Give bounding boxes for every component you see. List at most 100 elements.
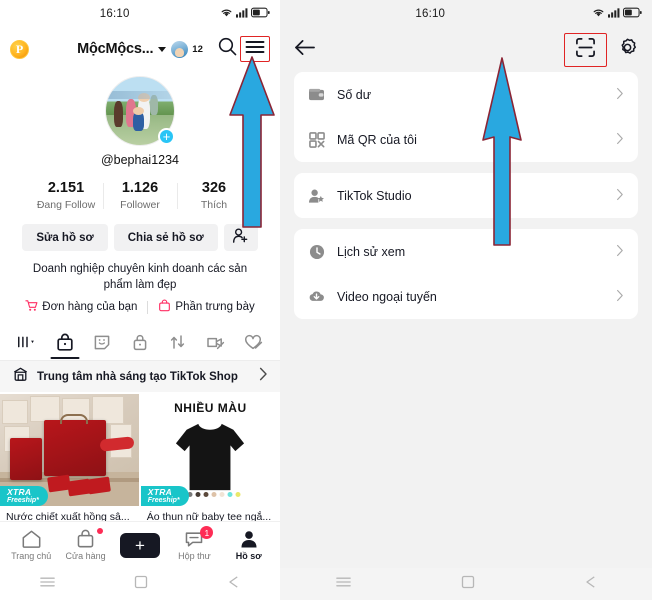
badge-line2: Freeship* — [147, 496, 180, 504]
right-status-bar: 16:10 — [280, 0, 652, 28]
qr-scan-icon[interactable] — [575, 37, 596, 63]
stat-followers[interactable]: 1.126 Follower — [103, 180, 177, 211]
tab-private-lock[interactable] — [121, 327, 159, 357]
gear-icon[interactable] — [617, 37, 638, 63]
menu-item-label: TikTok Studio — [337, 188, 412, 203]
menu-item-balance[interactable]: Số dư — [294, 72, 638, 117]
plus-create-icon[interactable]: + — [116, 532, 163, 558]
creator-center-row[interactable]: Trung tâm nhà sáng tạo TikTok Shop — [0, 361, 280, 393]
annotation-arrow-left — [229, 56, 275, 228]
wallet-icon — [308, 86, 325, 103]
profile-tabs — [0, 327, 280, 357]
status-icons — [220, 7, 270, 21]
product-card[interactable]: NHIỀU MÀU XTRA Freeship* Áo thun nữ baby… — [140, 394, 280, 523]
home-icon — [22, 530, 41, 548]
handbag-icon — [158, 299, 171, 315]
business-links: Đơn hàng của bạn Phần trưng bày — [0, 299, 280, 315]
friends-count-label: 12 — [192, 43, 203, 55]
product-grid: XTRA Freeship* Nước chiết xuất hồng sâ..… — [0, 394, 280, 523]
store-icon — [12, 366, 29, 388]
menu-item-offline-videos[interactable]: Video ngoại tuyến — [294, 274, 638, 319]
chevron-right-icon — [616, 244, 624, 260]
right-phone-screen: 16:10 Số dư Mã QR của tôi TikTok Studio … — [280, 0, 652, 600]
status-time: 16:10 — [99, 8, 130, 20]
chevron-right-icon — [616, 87, 624, 103]
annotation-arrow-right — [482, 57, 522, 246]
nav-label: Hộp thư — [178, 551, 211, 561]
shop-bag-icon — [77, 529, 94, 548]
orders-link[interactable]: Đơn hàng của bạn — [25, 299, 137, 315]
nav-item-shop[interactable]: Cửa hàng — [59, 528, 113, 561]
home-square-icon[interactable] — [461, 575, 475, 594]
tab-likes-hidden[interactable] — [234, 327, 272, 357]
creator-center-label: Trung tâm nhà sáng tạo TikTok Shop — [37, 370, 238, 383]
shop-badge-dot — [96, 528, 103, 534]
recents-icon[interactable] — [335, 575, 352, 594]
edit-profile-button[interactable]: Sửa hồ sơ — [22, 224, 108, 251]
left-android-nav — [0, 568, 280, 600]
stat-following[interactable]: 2.151 Đang Follow — [29, 180, 103, 211]
tab-grid-sort[interactable] — [8, 327, 46, 357]
plus-badge-icon[interactable]: + — [158, 128, 175, 145]
nav-item-create[interactable]: + — [113, 532, 167, 558]
nav-item-home[interactable]: Trang chủ — [4, 529, 58, 561]
recents-icon[interactable] — [39, 575, 56, 594]
menu-item-label: Mã QR của tôi — [337, 132, 417, 147]
home-square-icon[interactable] — [134, 575, 148, 594]
tab-repost[interactable] — [159, 327, 197, 357]
right-header-actions — [564, 33, 638, 67]
chevron-right-icon — [616, 132, 624, 148]
shopping-cart-icon — [25, 299, 38, 315]
settings-card: Số dư Mã QR của tôi — [294, 72, 638, 162]
share-profile-button[interactable]: Chia sẻ hồ sơ — [113, 224, 218, 251]
stat-value: 1.126 — [121, 180, 159, 196]
back-triangle-icon[interactable] — [584, 575, 598, 594]
product-card[interactable]: XTRA Freeship* Nước chiết xuất hồng sâ..… — [0, 394, 140, 523]
tab-video-hidden[interactable] — [197, 327, 235, 357]
product-thumbnail: XTRA Freeship* — [0, 394, 140, 507]
friends-avatar[interactable] — [171, 40, 189, 58]
rewards-coin-icon[interactable]: P — [10, 39, 29, 59]
menu-item-watch-history[interactable]: Lịch sử xem — [294, 229, 638, 274]
nav-item-inbox[interactable]: 1 Hộp thư — [167, 526, 221, 561]
tab-sticker[interactable] — [83, 327, 121, 357]
battery-icon — [623, 7, 642, 21]
back-arrow-icon[interactable] — [294, 38, 317, 62]
stat-value: 2.151 — [47, 180, 85, 196]
settings-card: Lịch sử xem Video ngoại tuyến — [294, 229, 638, 319]
menu-item-label: Số dư — [337, 87, 372, 102]
tshirt-graphic — [176, 423, 245, 491]
color-swatch-dots — [179, 492, 241, 498]
chevron-right-icon — [616, 289, 624, 305]
chevron-down-icon[interactable] — [158, 46, 167, 52]
signal-bars-icon — [236, 7, 248, 21]
badge-line2: Freeship* — [7, 496, 39, 504]
nav-item-profile[interactable]: Hồ sơ — [222, 529, 276, 561]
right-phone-body: 16:10 Số dư Mã QR của tôi TikTok Studio … — [280, 0, 652, 600]
scan-highlight-box — [564, 33, 607, 67]
tab-shopping-bag[interactable] — [46, 327, 84, 357]
chevron-right-icon — [616, 188, 624, 204]
username-label[interactable]: MộcMộcs... — [77, 41, 153, 57]
freeship-badge: XTRA Freeship* — [0, 486, 48, 507]
back-triangle-icon[interactable] — [227, 575, 241, 594]
bottom-navigation: Trang chủ Cửa hàng + 1 Hộp thư Hồ sơ — [0, 521, 280, 568]
right-android-nav — [280, 568, 652, 600]
left-phone-screen: 16:10 P MộcMộcs... 12 + @bephai1234 2.15… — [0, 0, 280, 600]
download-cloud-icon — [308, 288, 325, 305]
nav-label: Hồ sơ — [235, 551, 262, 561]
status-time: 16:10 — [415, 8, 446, 20]
stat-label: Follower — [120, 199, 160, 211]
battery-icon — [251, 7, 270, 21]
menu-item-my-qr[interactable]: Mã QR của tôi — [294, 117, 638, 162]
freeship-badge: XTRA Freeship* — [140, 486, 189, 507]
menu-item-tiktok-studio[interactable]: TikTok Studio — [294, 173, 638, 218]
dual-screenshot-container: 16:10 P MộcMộcs... 12 + @bephai1234 2.15… — [0, 0, 652, 600]
wifi-icon — [592, 7, 605, 21]
profile-person-icon — [241, 531, 257, 548]
settings-card: TikTok Studio — [294, 173, 638, 218]
showcase-link[interactable]: Phần trưng bày — [158, 299, 255, 315]
inbox-badge-count: 1 — [200, 526, 214, 539]
badge-line1: XTRA — [147, 486, 173, 497]
left-status-bar: 16:10 — [0, 0, 280, 28]
